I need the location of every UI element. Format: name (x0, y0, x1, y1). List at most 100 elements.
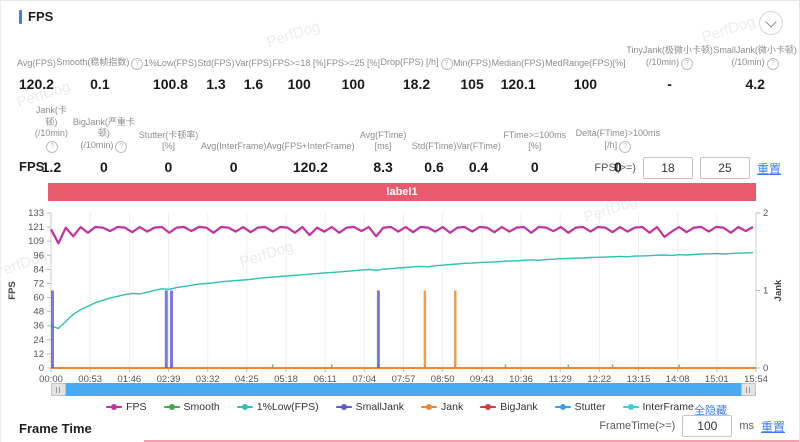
legend-item-bigjank[interactable]: BigJank (480, 401, 537, 413)
stat-label: MedRange(FPS)[%] (545, 58, 626, 70)
stat-value: 120.1 (501, 76, 536, 92)
fps-reset-link[interactable]: 重置 (757, 160, 781, 177)
row1-stat: MedRange(FPS)[%] 100 (545, 58, 626, 92)
stat-value: 4.2 (745, 76, 764, 92)
svg-text:133: 133 (28, 208, 44, 219)
stat-label: Avg(FPS) (17, 58, 56, 70)
svg-text:15:54: 15:54 (744, 374, 768, 382)
help-icon[interactable]: ? (46, 141, 58, 153)
svg-text:2: 2 (763, 208, 768, 219)
legend-item-smooth[interactable]: Smooth (164, 401, 220, 413)
stat-value: 100 (342, 76, 365, 92)
legend-label: Stutter (575, 401, 606, 413)
svg-text:0: 0 (763, 363, 768, 374)
svg-text:01:46: 01:46 (117, 374, 141, 382)
chart-legend: FPSSmooth1%Low(FPS)SmallJankJankBigJankS… (121, 401, 679, 413)
legend-item-fps[interactable]: FPS (106, 401, 146, 413)
stat-value: 120.2 (293, 159, 328, 175)
legend-item-jank[interactable]: Jank (421, 401, 463, 413)
chart-label-banner: label1 (48, 183, 756, 201)
row2-stat: Var(FTime)0.4 (456, 141, 501, 175)
svg-text:05:18: 05:18 (274, 374, 298, 382)
legend-item-interframe[interactable]: InterFrame (623, 401, 694, 413)
chart-zoom-scrollbar[interactable] (51, 383, 756, 396)
stat-value: 8.3 (373, 159, 392, 175)
stat-value: 0 (165, 159, 173, 175)
svg-text:00:53: 00:53 (78, 374, 102, 382)
stat-value: 0.1 (90, 76, 109, 92)
help-icon[interactable]: ? (681, 58, 693, 70)
row1-stat: Smooth(稳帧指数)? 0.1 (56, 57, 143, 92)
svg-text:96: 96 (33, 250, 44, 261)
svg-text:1: 1 (763, 286, 768, 297)
frametime-threshold-input[interactable] (682, 415, 732, 437)
row2-stat: Stutter(卡顿率) [%] 0 (136, 130, 201, 175)
row1-stat: 1%Low(FPS)100.8 (144, 58, 197, 92)
svg-text:02:39: 02:39 (157, 374, 181, 382)
fps-filter-label: FPS(>=) (594, 162, 636, 174)
svg-text:121: 121 (28, 222, 44, 233)
legend-item-smalljank[interactable]: SmallJank (336, 401, 404, 413)
stat-label: Delta(FTime)>100ms [/h]? (569, 128, 667, 153)
row1-stat: Std(FPS)1.3 (197, 58, 234, 92)
collapse-button[interactable] (759, 11, 783, 35)
svg-text:13:15: 13:15 (627, 374, 651, 382)
stat-label: Stutter(卡顿率) [%] (136, 130, 201, 153)
legend-item-1-low-fps-[interactable]: 1%Low(FPS) (237, 401, 319, 413)
legend-item-stutter[interactable]: Stutter (555, 401, 606, 413)
stat-label: FTime>=100ms [%] (501, 130, 569, 153)
stat-value: 0.6 (424, 159, 443, 175)
zoom-handle-left[interactable] (51, 383, 66, 396)
help-icon[interactable]: ? (115, 141, 127, 153)
frametime-filter-label: FrameTime(>=) (599, 420, 675, 432)
stat-label: TinyJank(极微小卡顿) (/10min)? (626, 45, 713, 70)
svg-text:FPS: FPS (7, 281, 18, 299)
stat-label: FPS>=18 [%] (272, 58, 326, 70)
help-icon[interactable]: ? (131, 58, 143, 70)
svg-text:04:25: 04:25 (235, 374, 259, 382)
row2-stat: Avg(InterFrame)0 (201, 141, 266, 175)
stat-label: Avg(InterFrame) (201, 141, 266, 153)
legend-marker-icon (106, 403, 122, 411)
stat-label: Jank(卡顿) (/10min)? (31, 105, 72, 153)
frametime-threshold-filter: FrameTime(>=) ms 重置 (599, 415, 785, 437)
stat-label: Min(FPS) (453, 58, 491, 70)
stat-value: 1.6 (244, 76, 263, 92)
frametime-unit-label: ms (739, 420, 754, 432)
stat-value: - (667, 76, 672, 92)
help-icon[interactable]: ? (767, 58, 779, 70)
fps-threshold-input-1[interactable] (643, 157, 693, 179)
stat-value: 0 (100, 159, 108, 175)
stats-row-2: Jank(卡顿) (/10min)?1.2BigJank(严重卡顿) (/10m… (31, 105, 667, 175)
fps-threshold-filter: FPS(>=) 重置 (594, 157, 781, 179)
row1-stat: Drop(FPS) [/h]?18.2 (381, 57, 453, 92)
stat-label: Smooth(稳帧指数)? (56, 57, 143, 70)
stat-label: BigJank(严重卡顿) (/10min)? (72, 117, 136, 153)
row2-stat: Avg(FPS+InterFrame) 120.2 (266, 141, 354, 175)
frame-time-section-title: Frame Time (19, 421, 92, 436)
legend-marker-icon (480, 403, 496, 411)
fps-chart: 00:0000:5301:4602:3903:3204:2505:1806:11… (1, 204, 800, 382)
svg-text:36: 36 (33, 321, 44, 332)
legend-marker-icon (336, 403, 352, 411)
fps-threshold-input-2[interactable] (700, 157, 750, 179)
stat-label: Drop(FPS) [/h]? (381, 57, 453, 70)
zoom-handle-right[interactable] (741, 383, 756, 396)
stat-label: Var(FTime) (456, 141, 501, 153)
stat-value: 100 (574, 76, 597, 92)
row2-stat: BigJank(严重卡顿) (/10min)? 0 (72, 117, 136, 175)
legend-label: Jank (441, 401, 463, 413)
legend-label: Smooth (184, 401, 220, 413)
svg-text:Jank: Jank (773, 279, 784, 301)
svg-text:08:50: 08:50 (431, 374, 455, 382)
svg-text:10:36: 10:36 (509, 374, 533, 382)
frametime-reset-link[interactable]: 重置 (761, 418, 785, 435)
stat-label: Avg(FPS+InterFrame) (266, 141, 354, 153)
svg-text:109: 109 (28, 236, 44, 247)
stat-label: Avg(FTime) [ms] (354, 130, 411, 153)
svg-text:11:29: 11:29 (549, 374, 572, 382)
help-icon[interactable]: ? (441, 58, 453, 70)
stat-value: 100.8 (153, 76, 188, 92)
help-icon[interactable]: ? (619, 141, 631, 153)
stat-value: 0 (531, 159, 539, 175)
